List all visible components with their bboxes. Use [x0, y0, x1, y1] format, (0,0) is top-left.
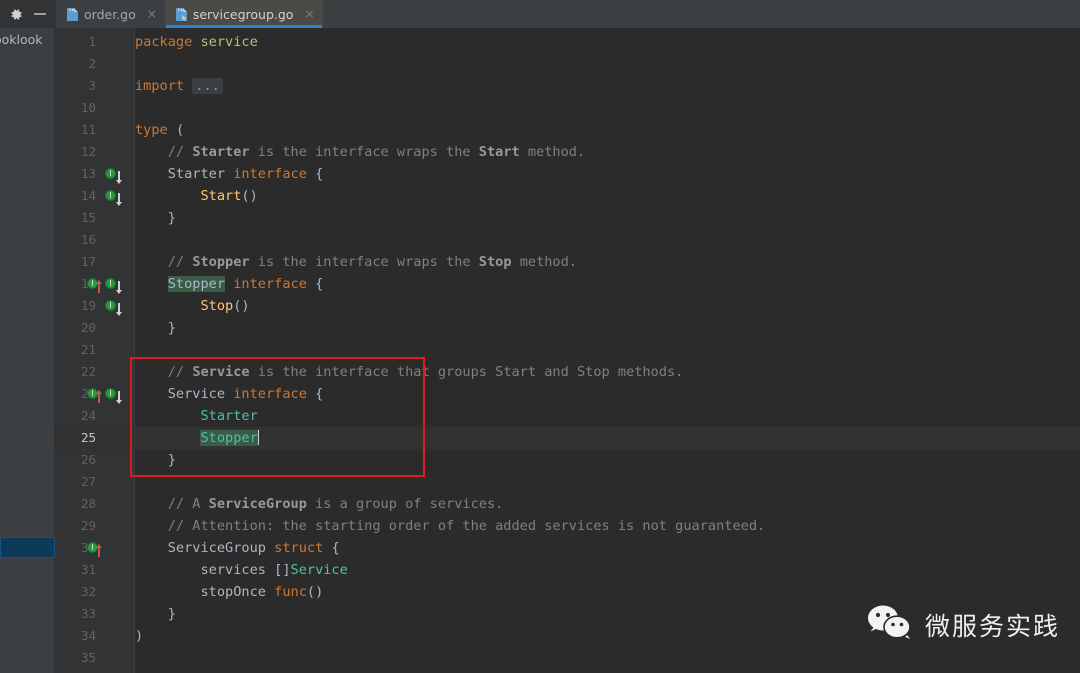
line-number: 24 — [80, 408, 96, 423]
arrow-down-icon — [115, 169, 122, 184]
code-line[interactable]: // Attention: the starting order of the … — [135, 515, 765, 537]
line-number: 3 — [88, 78, 96, 93]
arrow-down-icon — [115, 279, 122, 294]
code-editor[interactable]: 1231011121314151617181920212223242526272… — [55, 28, 1080, 673]
implements-icon[interactable]: I — [87, 388, 102, 403]
line-number: 32 — [80, 584, 96, 599]
close-icon[interactable]: × — [304, 8, 314, 20]
arrow-up-icon — [95, 278, 102, 293]
project-sidebar[interactable]: ooklook — [0, 28, 55, 673]
code-line[interactable]: Service interface { — [135, 383, 324, 405]
line-number: 31 — [80, 562, 96, 577]
line-number: 20 — [80, 320, 96, 335]
code-line[interactable]: // Service is the interface that groups … — [135, 361, 684, 383]
implemented-by-icon[interactable]: I — [105, 300, 122, 316]
line-number: 25 — [80, 430, 96, 445]
line-number: 10 — [80, 100, 96, 115]
implemented-by-icon[interactable]: I — [105, 168, 122, 184]
project-root-label: ooklook — [0, 32, 43, 47]
current-line-highlight — [135, 427, 1080, 449]
line-number: 11 — [80, 122, 96, 137]
minimize-icon[interactable] — [34, 13, 46, 15]
code-line[interactable]: } — [135, 449, 176, 471]
tab-order-go[interactable]: order.go × — [56, 0, 165, 28]
implements-icon[interactable]: I — [87, 542, 102, 557]
implements-icon[interactable]: I — [87, 278, 102, 293]
line-number: 17 — [80, 254, 96, 269]
wechat-logo — [866, 603, 914, 647]
code-line[interactable]: Start() — [135, 185, 257, 207]
code-line[interactable]: services []Service — [135, 559, 347, 581]
code-line[interactable]: Starter — [135, 405, 257, 427]
line-number: 33 — [80, 606, 96, 621]
code-line[interactable]: // Starter is the interface wraps the St… — [135, 141, 585, 163]
line-number: 27 — [80, 474, 96, 489]
line-number: 26 — [80, 452, 96, 467]
arrow-down-icon — [115, 389, 122, 404]
implemented-by-icon[interactable]: I — [105, 388, 122, 404]
arrow-up-icon — [95, 388, 102, 403]
arrow-down-icon — [115, 301, 122, 316]
implemented-by-icon[interactable]: I — [105, 190, 122, 206]
line-number: 12 — [80, 144, 96, 159]
tab-label: servicegroup.go — [192, 6, 294, 22]
code-content[interactable]: package service import ... type ( // Start… — [135, 28, 1080, 673]
line-number: 28 — [80, 496, 96, 511]
line-number: 16 — [80, 232, 96, 247]
arrow-down-icon — [115, 191, 122, 206]
arrow-up-icon — [95, 542, 102, 557]
code-line[interactable]: ) — [135, 625, 143, 647]
code-line[interactable]: } — [135, 317, 176, 339]
code-line[interactable]: type ( — [135, 119, 184, 141]
code-line[interactable]: Stop() — [135, 295, 249, 317]
go-file-icon — [175, 7, 188, 22]
window-controls — [0, 0, 56, 28]
line-number: 22 — [80, 364, 96, 379]
line-number: 35 — [80, 650, 96, 665]
line-number: 2 — [88, 56, 96, 71]
tab-servicegroup-go[interactable]: servicegroup.go × — [164, 0, 323, 28]
ide-window: order.go × servicegroup.go × oklook 1 2 … — [0, 0, 1080, 673]
line-number: 29 — [80, 518, 96, 533]
editor-tab-strip: order.go × servicegroup.go × — [56, 0, 1080, 28]
code-line[interactable]: ServiceGroup struct { — [135, 537, 340, 559]
gear-icon[interactable] — [10, 8, 23, 21]
line-number: 1 — [88, 34, 96, 49]
code-line[interactable]: import ... — [135, 75, 223, 97]
line-number: 15 — [80, 210, 96, 225]
code-line[interactable]: } — [135, 603, 176, 625]
close-icon[interactable]: × — [147, 8, 157, 20]
code-line[interactable]: package service — [135, 31, 258, 53]
code-line[interactable]: Stopper interface { — [135, 273, 323, 295]
watermark: 微服务实践 — [866, 603, 1060, 647]
tab-label: order.go — [84, 6, 136, 22]
code-line[interactable]: // Stopper is the interface wraps the St… — [135, 251, 577, 273]
code-line[interactable]: } — [135, 207, 176, 229]
watermark-text: 微服务实践 — [924, 612, 1060, 641]
code-line[interactable]: Starter interface { — [135, 163, 324, 185]
title-bar: order.go × servicegroup.go × — [0, 0, 1080, 28]
implemented-by-icon[interactable]: I — [105, 278, 122, 294]
sidebar-selected-item[interactable] — [0, 537, 55, 558]
line-number: 21 — [80, 342, 96, 357]
code-line[interactable]: // A ServiceGroup is a group of services… — [135, 493, 504, 515]
code-line[interactable]: Stopper — [135, 427, 260, 449]
go-file-icon — [66, 7, 79, 22]
editor-gutter[interactable]: 1231011121314151617181920212223242526272… — [55, 28, 135, 673]
line-number: 34 — [80, 628, 96, 643]
code-line[interactable]: stopOnce func() — [135, 581, 323, 603]
